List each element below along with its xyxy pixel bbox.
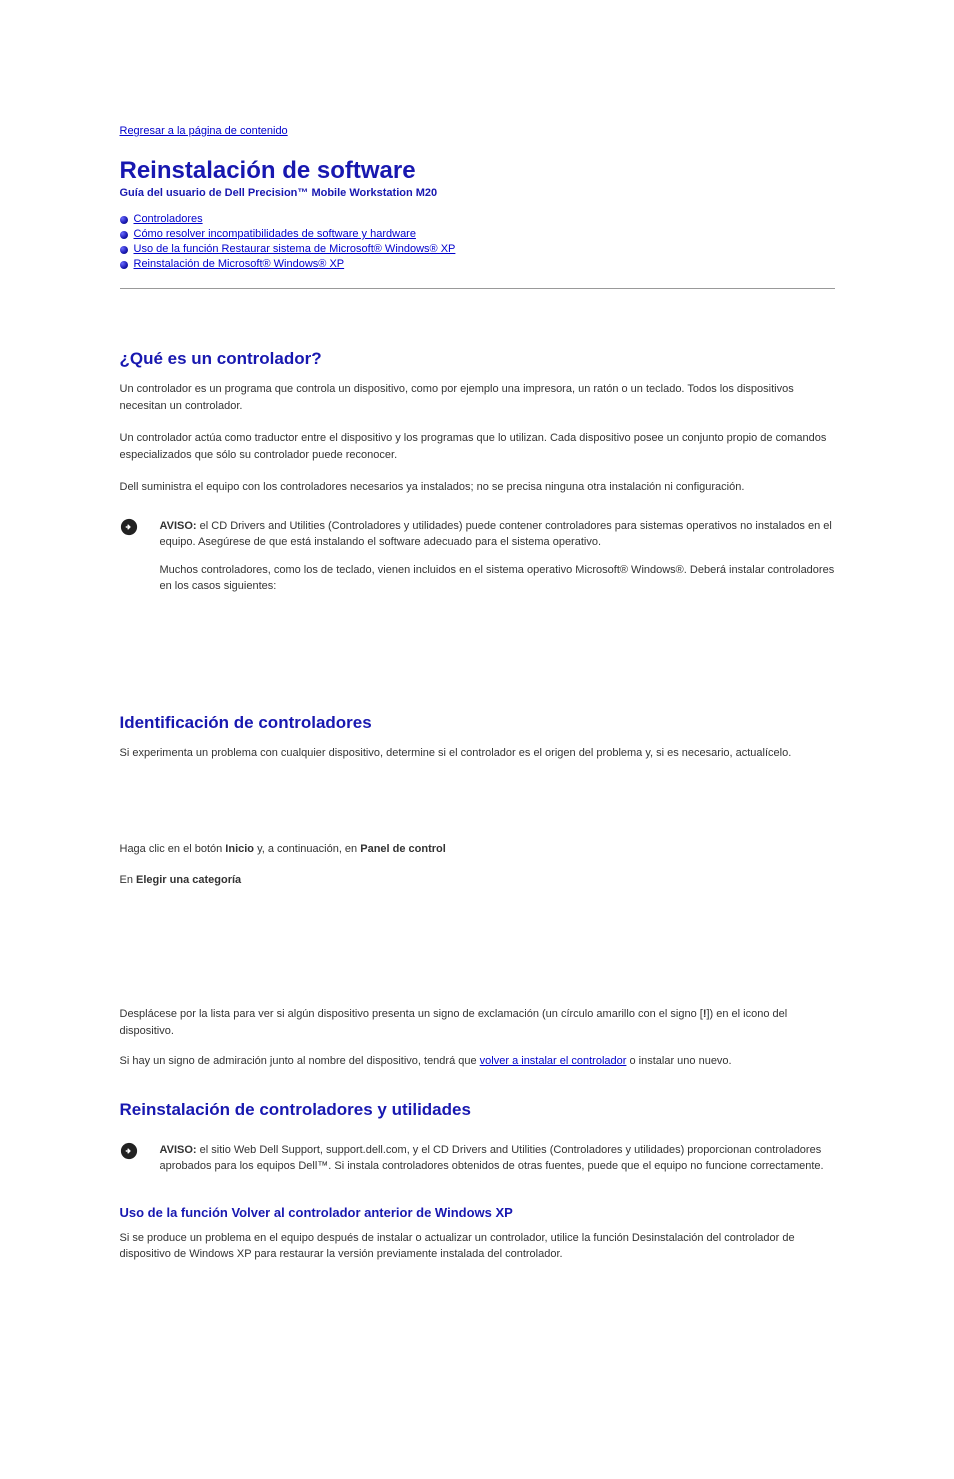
paragraph: Si experimenta un problema con cualquier… [120,745,835,762]
text: Desplácese por la lista para ver si algú… [120,1008,703,1020]
notice-label: AVISO: [160,520,197,532]
divider [120,288,835,289]
nav-link-incompat[interactable]: Cómo resolver incompatibilidades de soft… [134,228,416,240]
notice-icon [120,518,148,536]
paragraph: Muchos controladores, como los de teclad… [160,562,835,595]
notice-label: AVISO: [160,1144,197,1156]
step: Desplácese por la lista para ver si algú… [120,1006,835,1039]
paragraph: Un controlador actúa como traductor entr… [120,430,835,463]
text-bold: Inicio [225,843,254,855]
whatis-heading: ¿Qué es un controlador? [120,349,835,369]
notice-body: AVISO: el sitio Web Dell Support, suppor… [160,1142,835,1175]
ident-heading: Identificación de controladores [120,713,835,733]
nav-link-restore[interactable]: Uso de la función Restaurar sistema de M… [134,243,456,255]
text: o instalar uno nuevo. [626,1055,731,1067]
rollback-heading: Uso de la función Volver al controlador … [120,1205,835,1220]
text: controlador. [185,400,242,412]
notice: AVISO: el CD Drivers and Utilities (Cont… [120,518,835,551]
step: Si hay un signo de admiración junto al n… [120,1053,835,1070]
step: Haga clic en el botón Inicio y, a contin… [120,841,835,858]
notice-body: AVISO: el CD Drivers and Utilities (Cont… [160,518,835,551]
text-bold: Panel de control [360,843,446,855]
notice-text: el sitio Web Dell Support, support.dell.… [160,1144,824,1173]
text-bold: Elegir una categoría [136,874,241,886]
paragraph: Dell suministra el equipo con los contro… [120,479,835,496]
step: En Elegir una categoría [120,872,835,889]
text: y, a continuación, en [254,843,360,855]
paragraph: Un controlador es un programa que contro… [120,381,835,414]
text: siguientes: [224,580,277,592]
text: Haga clic en el botón [120,843,226,855]
text: En [120,874,137,886]
notice-text: el CD Drivers and Utilities (Controlador… [160,520,832,549]
text: Si hay un signo de admiración junto al n… [120,1055,480,1067]
paragraph: Si se produce un problema en el equipo d… [120,1230,835,1263]
back-link[interactable]: Regresar a la página de contenido [120,125,835,137]
content-nav: Controladores Cómo resolver incompatibil… [120,213,835,270]
notice: AVISO: el sitio Web Dell Support, suppor… [120,1142,835,1175]
page-subtitle: Guía del usuario de Dell Precision™ Mobi… [120,187,835,199]
reinstall-driver-link[interactable]: volver a instalar el controlador [480,1055,627,1067]
notice-icon [120,1142,148,1160]
nav-link-drivers[interactable]: Controladores [134,213,203,225]
nav-link-reinstall[interactable]: Reinstalación de Microsoft® Windows® XP [134,258,345,270]
reinst-heading: Reinstalación de controladores y utilida… [120,1100,835,1120]
page-title: Reinstalación de software [120,157,835,185]
